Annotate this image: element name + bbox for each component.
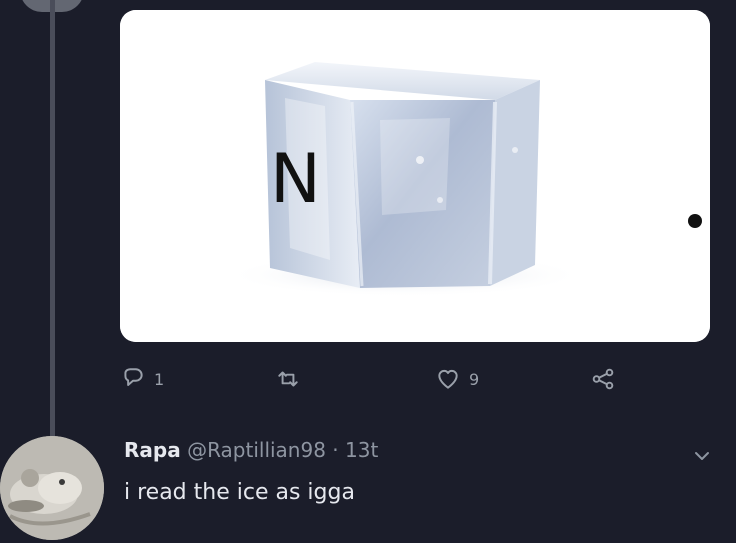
like-count: 9 — [469, 369, 480, 389]
reply-tweet[interactable]: Rapa @Raptillian98 · 13t i read the ice … — [0, 430, 736, 543]
reply-action[interactable]: 1 — [120, 362, 164, 396]
reply-count: 1 — [154, 369, 165, 389]
retweet-action[interactable] — [275, 362, 309, 396]
chevron-down-icon[interactable] — [690, 444, 714, 468]
ice-cube-image — [120, 10, 710, 342]
reply-body-text: i read the ice as igga — [124, 480, 355, 505]
avatar[interactable] — [0, 436, 104, 540]
tweet-thread-screenshot: N 1 9 Rapa @Raptillian98 · 13t i read th… — [0, 0, 736, 543]
meme-period — [688, 214, 702, 228]
share-icon — [592, 368, 614, 390]
thread-connector-line — [50, 0, 55, 438]
reply-icon — [124, 368, 143, 386]
reply-timestamp[interactable]: 13t — [345, 438, 378, 462]
reply-display-name[interactable]: Rapa — [124, 438, 181, 462]
meta-separator: · — [332, 438, 339, 462]
retweet-icon — [278, 371, 298, 387]
tweet-action-bar: 1 9 — [120, 362, 640, 396]
reply-header: Rapa @Raptillian98 · 13t — [124, 438, 378, 462]
rat-avatar-icon — [0, 436, 104, 540]
like-action[interactable]: 9 — [435, 362, 479, 396]
reply-handle[interactable]: @Raptillian98 — [187, 438, 326, 462]
tweet-media-card[interactable]: N — [120, 10, 710, 342]
heart-icon — [438, 369, 458, 389]
meme-letter-n: N — [270, 140, 321, 219]
share-action[interactable] — [590, 362, 616, 396]
